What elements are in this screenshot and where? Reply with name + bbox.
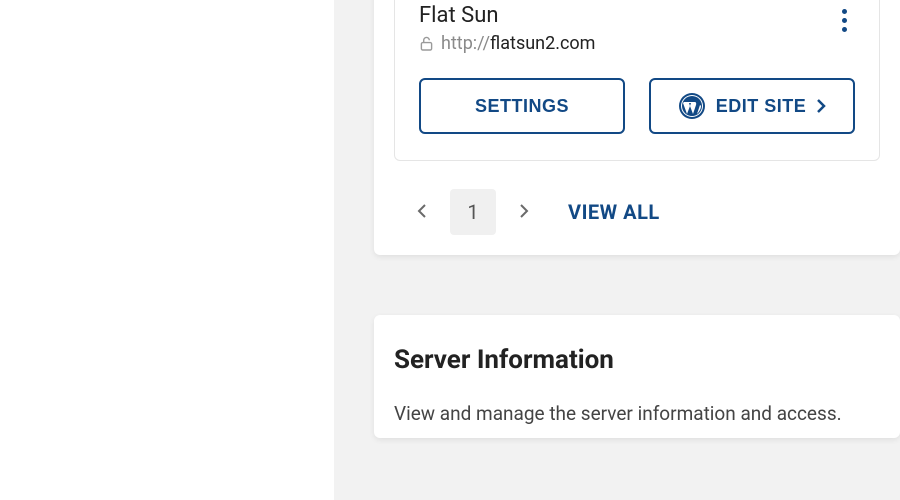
more-options-button[interactable]: [834, 5, 855, 36]
pagination: 1 VIEW ALL: [404, 189, 870, 235]
view-all-link[interactable]: VIEW ALL: [568, 200, 660, 224]
edit-site-button[interactable]: EDIT SITE: [649, 78, 855, 134]
chevron-left-icon: [417, 203, 427, 222]
prev-page-button[interactable]: [404, 194, 440, 230]
site-url[interactable]: http://flatsun2.com: [441, 33, 595, 54]
server-info-description: View and manage the server information a…: [394, 401, 880, 428]
settings-button[interactable]: SETTINGS: [419, 78, 625, 134]
current-page-indicator: 1: [450, 189, 496, 235]
sites-panel: Flat Sun http://flatsun2.com: [374, 0, 900, 255]
edit-site-button-label: EDIT SITE: [716, 96, 807, 117]
kebab-dot-icon: [842, 9, 847, 14]
site-title: Flat Sun: [419, 3, 595, 29]
site-url-host: flatsun2.com: [490, 33, 595, 54]
site-url-row: http://flatsun2.com: [419, 33, 595, 54]
chevron-right-icon: [816, 98, 826, 114]
site-header: Flat Sun http://flatsun2.com: [419, 3, 595, 54]
kebab-dot-icon: [842, 27, 847, 32]
site-url-scheme: http://: [441, 33, 490, 54]
kebab-dot-icon: [842, 18, 847, 23]
unlock-icon: [419, 36, 433, 52]
chevron-right-icon: [519, 203, 529, 222]
wordpress-icon: [678, 92, 706, 120]
main-column: Flat Sun http://flatsun2.com: [334, 0, 900, 500]
next-page-button[interactable]: [506, 194, 542, 230]
site-actions-row: SETTINGS EDIT SITE: [419, 78, 855, 134]
left-gutter: [0, 0, 334, 500]
settings-button-label: SETTINGS: [475, 96, 569, 117]
server-info-panel: Server Information View and manage the s…: [374, 315, 900, 438]
site-card: Flat Sun http://flatsun2.com: [394, 0, 880, 161]
server-info-title: Server Information: [394, 345, 880, 375]
